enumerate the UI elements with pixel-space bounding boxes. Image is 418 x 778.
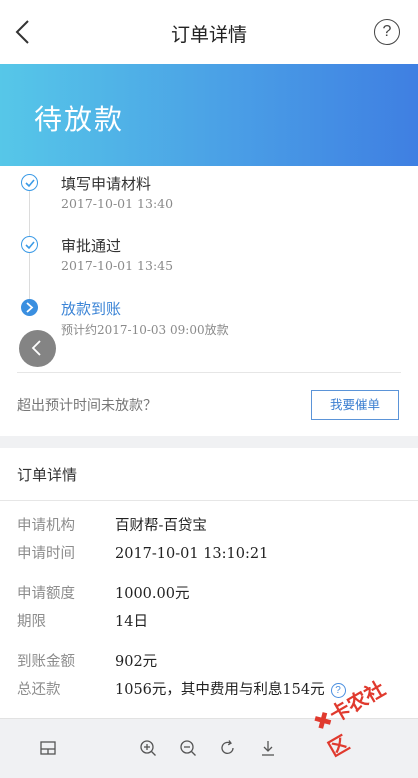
page-title: 订单详情 bbox=[170, 24, 247, 46]
timeline-connector bbox=[29, 252, 30, 304]
step-name: 审批通过 bbox=[61, 237, 122, 255]
detail-value: 1000.00元 bbox=[115, 586, 190, 602]
detail-value: 2017-10-01 13:10:21 bbox=[115, 546, 269, 562]
floating-back-button[interactable] bbox=[19, 330, 56, 367]
detail-label: 总还款 bbox=[17, 682, 61, 698]
check-icon bbox=[21, 236, 38, 253]
detail-value: 14日 bbox=[115, 614, 148, 630]
detail-label: 期限 bbox=[17, 614, 46, 630]
step-time: 2017-10-01 13:45 bbox=[61, 258, 174, 273]
detail-row: 到账金额 902元 bbox=[17, 650, 157, 671]
order-details-card: 订单详情 申请机构 百财帮-百贷宝 申请时间 2017-10-01 13:10:21… bbox=[0, 448, 418, 718]
detail-label: 申请机构 bbox=[17, 518, 75, 534]
step-name: 放款到账 bbox=[61, 300, 122, 318]
help-icon[interactable]: ? bbox=[374, 19, 400, 45]
check-icon bbox=[21, 174, 38, 191]
detail-value: 902元 bbox=[115, 654, 158, 670]
order-status: 待放款 bbox=[34, 103, 125, 136]
step-time: 预计约2017-10-03 09:00放款 bbox=[61, 323, 229, 337]
section-heading: 订单详情 bbox=[17, 466, 78, 484]
detail-value: 1056元，其中费用与利息154元 bbox=[115, 682, 325, 698]
detail-row: 申请额度 1000.00元 bbox=[17, 582, 189, 603]
status-banner: 待放款 bbox=[0, 64, 418, 166]
detail-row: 申请机构 百财帮-百贷宝 bbox=[17, 514, 207, 535]
chevron-right-icon bbox=[21, 299, 38, 316]
chevron-left-icon bbox=[31, 340, 41, 356]
detail-row: 申请时间 2017-10-01 13:10:21 bbox=[17, 542, 268, 563]
step-time: 2017-10-01 13:40 bbox=[61, 196, 174, 211]
nav-bar: 订单详情 ? bbox=[0, 0, 418, 65]
divider bbox=[17, 372, 401, 373]
rotate-icon[interactable] bbox=[219, 739, 237, 757]
detail-row: 期限 14日 bbox=[17, 610, 148, 631]
step-name: 填写申请材料 bbox=[61, 175, 152, 193]
download-icon[interactable] bbox=[259, 739, 277, 757]
zoom-in-icon[interactable] bbox=[139, 739, 157, 757]
detail-label: 申请额度 bbox=[17, 586, 75, 602]
detail-value: 百财帮-百贷宝 bbox=[115, 518, 207, 534]
detail-label: 到账金额 bbox=[17, 654, 75, 670]
urge-button[interactable]: 我要催单 bbox=[311, 390, 399, 420]
detail-row: 总还款 1056元，其中费用与利息154元? bbox=[17, 678, 346, 699]
zoom-out-icon[interactable] bbox=[179, 739, 197, 757]
divider bbox=[0, 500, 418, 501]
detail-label: 申请时间 bbox=[17, 546, 75, 562]
layout-icon[interactable] bbox=[39, 739, 57, 757]
overdue-prompt: 超出预计时间未放款？ bbox=[17, 398, 157, 414]
